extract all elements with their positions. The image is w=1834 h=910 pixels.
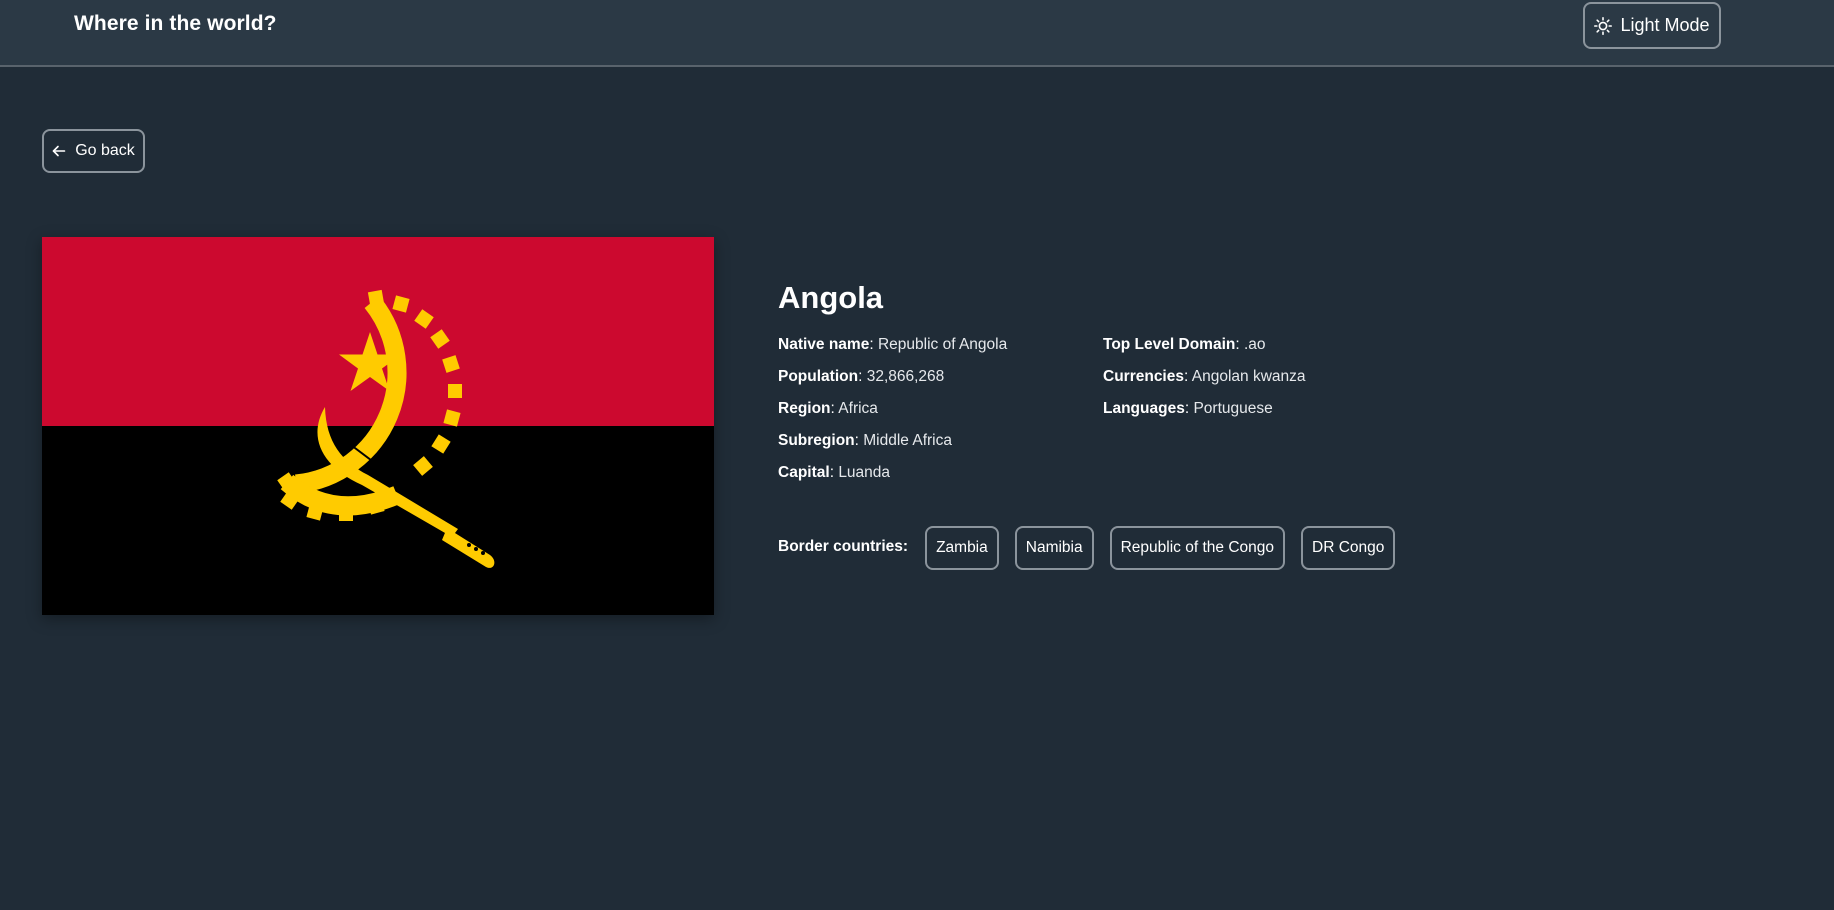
- arrow-left-icon: [52, 145, 66, 157]
- info-sep: :: [858, 368, 867, 385]
- info-key: Subregion: [778, 432, 855, 449]
- info-value: Middle Africa: [863, 432, 952, 449]
- country-details: Angola Native name: Republic of Angola P…: [778, 278, 1478, 570]
- info-value: .ao: [1243, 336, 1266, 353]
- info-key: Top Level Domain: [1103, 336, 1236, 353]
- info-value: Angolan kwanza: [1191, 368, 1306, 385]
- info-key: Native name: [778, 336, 870, 353]
- border-countries: Border countries: Zambia Namibia Republi…: [778, 526, 1411, 570]
- flag-red-band: [42, 237, 714, 426]
- app-title: Where in the world?: [74, 12, 277, 35]
- border-country-button-zambia[interactable]: Zambia: [925, 526, 999, 570]
- info-key: Region: [778, 400, 831, 417]
- info-row-top-level-domain: Top Level Domain: .ao: [1103, 329, 1306, 361]
- country-info: Native name: Republic of Angola Populati…: [778, 329, 1478, 489]
- info-key: Languages: [1103, 400, 1185, 417]
- info-value: Luanda: [838, 464, 891, 481]
- info-row-languages: Languages: Portuguese: [1103, 393, 1306, 425]
- info-value: 32,866,268: [866, 368, 945, 385]
- info-value: Portuguese: [1193, 400, 1273, 417]
- info-sep: :: [854, 432, 864, 449]
- info-column-left: Native name: Republic of Angola Populati…: [778, 329, 1007, 489]
- info-key: Population: [778, 368, 859, 385]
- info-value: Africa: [838, 400, 878, 417]
- country-flag: [42, 237, 714, 615]
- flag-black-band: [42, 426, 714, 615]
- app-header: Where in the world? Light Mode: [0, 0, 1834, 67]
- border-country-button-namibia[interactable]: Namibia: [1014, 526, 1094, 570]
- info-row-subregion: Subregion: Middle Africa: [778, 425, 1007, 457]
- info-key: Capital: [778, 464, 830, 481]
- go-back-label: Go back: [75, 142, 135, 159]
- theme-toggle-button[interactable]: Light Mode: [1583, 2, 1721, 49]
- theme-toggle-label: Light Mode: [1620, 15, 1710, 35]
- info-value: Republic of Angola: [877, 336, 1008, 353]
- info-row-native-name: Native name: Republic of Angola: [778, 329, 1007, 361]
- border-countries-label: Border countries:: [778, 537, 909, 555]
- country-name: Angola: [778, 280, 884, 315]
- info-row-region: Region: Africa: [778, 393, 1007, 425]
- info-sep: :: [1183, 368, 1192, 385]
- info-key: Currencies: [1103, 368, 1184, 385]
- border-country-button-dr-congo[interactable]: DR Congo: [1301, 526, 1396, 570]
- go-back-button[interactable]: Go back: [42, 129, 145, 173]
- info-sep: :: [1235, 336, 1244, 353]
- border-country-button-republic-of-the-congo[interactable]: Republic of the Congo: [1109, 526, 1285, 570]
- info-row-population: Population: 32,866,268: [778, 361, 1007, 393]
- info-row-capital: Capital: Luanda: [778, 457, 1007, 489]
- sun-icon: [1594, 16, 1613, 35]
- info-sep: :: [869, 336, 878, 353]
- info-column-right: Top Level Domain: .ao Currencies: Angola…: [1103, 329, 1306, 425]
- info-row-currencies: Currencies: Angolan kwanza: [1103, 361, 1306, 393]
